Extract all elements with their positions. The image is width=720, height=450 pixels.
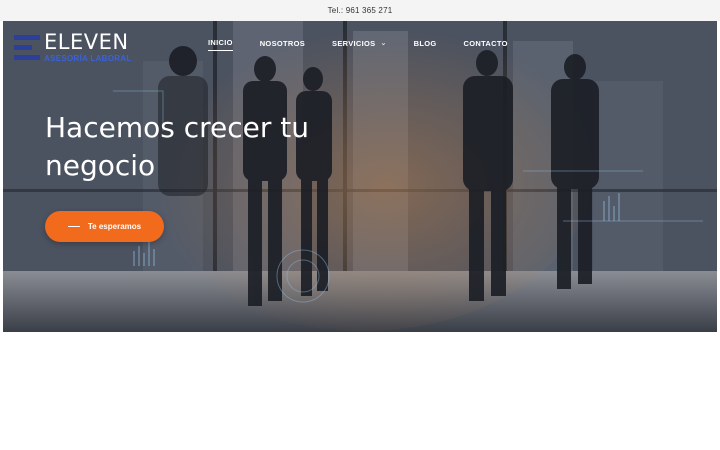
dash-icon — [67, 226, 80, 227]
phone-number[interactable]: Tel.: 961 365 271 — [328, 6, 393, 15]
brand-name: ELEVEN — [44, 30, 129, 54]
nav-item-blog[interactable]: BLOG — [414, 39, 437, 51]
main-nav: INICIO NOSOTROS SERVICIOS ⌄ BLOG CONTACTO — [208, 38, 535, 51]
brand-logo[interactable]: ELEVEN ASESORÍA LABORAL — [14, 32, 132, 63]
hero-headline: Hacemos crecer tu negocio — [45, 111, 310, 182]
cta-button[interactable]: Te esperamos — [45, 211, 164, 242]
logo-mark-icon — [14, 34, 40, 61]
brand-tagline: ASESORÍA LABORAL — [44, 54, 132, 63]
cta-label: Te esperamos — [87, 222, 142, 231]
top-bar: Tel.: 961 365 271 — [0, 0, 720, 21]
nav-item-servicios[interactable]: SERVICIOS ⌄ — [332, 39, 387, 51]
nav-item-inicio[interactable]: INICIO — [208, 38, 233, 51]
nav-item-contacto[interactable]: CONTACTO — [464, 39, 508, 51]
chevron-down-icon: ⌄ — [380, 40, 387, 47]
hero-section: ELEVEN ASESORÍA LABORAL INICIO NOSOTROS … — [3, 21, 717, 332]
nav-item-nosotros[interactable]: NOSOTROS — [260, 39, 305, 51]
